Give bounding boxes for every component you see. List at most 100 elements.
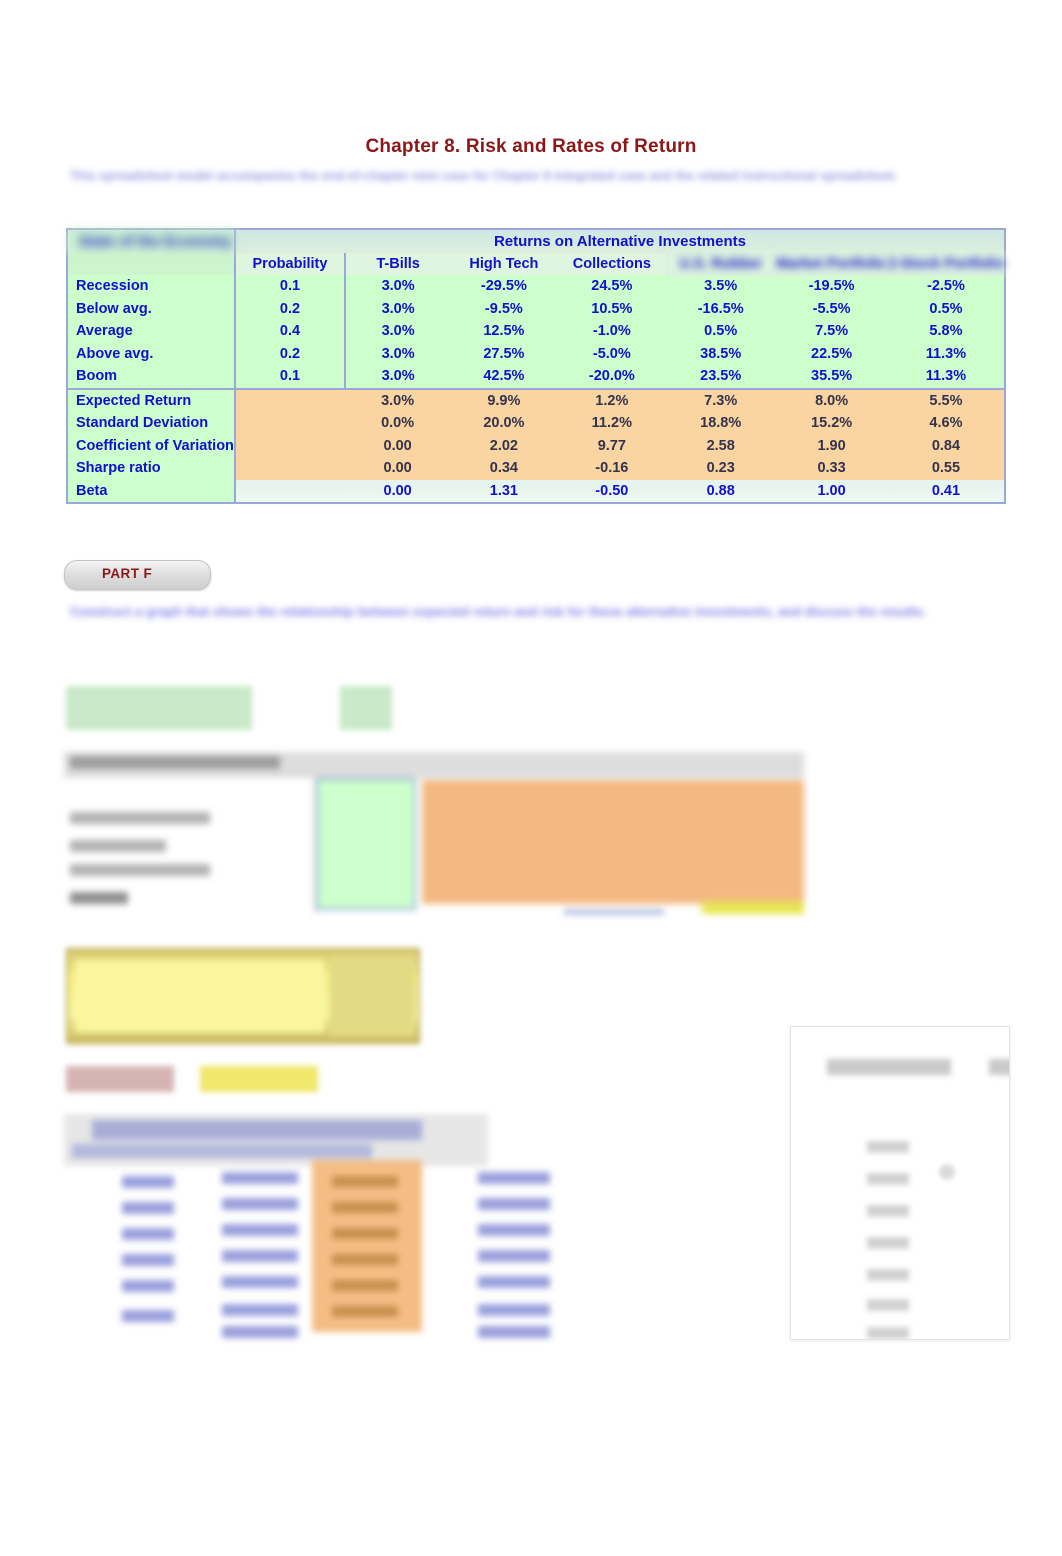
right-panel-row [867, 1237, 909, 1249]
cell-rubber: 3.5% [666, 275, 776, 298]
bottom-cell [478, 1276, 550, 1288]
bottom-cell [478, 1172, 550, 1184]
right-panel-marker-icon [939, 1164, 955, 1180]
right-panel-row [867, 1327, 909, 1339]
table-row-beta: Beta 0.00 1.31 -0.50 0.88 1.00 0.41 [68, 479, 1004, 502]
cell-hightech: 20.0% [450, 412, 558, 435]
header-state [68, 252, 236, 275]
page-title: Chapter 8. Risk and Rates of Return [365, 136, 697, 157]
bottom-cell [478, 1326, 550, 1338]
cell-hightech: 0.34 [450, 457, 558, 480]
cell-portfolio: 0.84 [887, 434, 1004, 457]
cell-state: Recession [68, 275, 236, 298]
mid-table-row-label [70, 840, 166, 852]
cell-hightech: 1.31 [450, 479, 558, 502]
cell-portfolio: 0.5% [887, 297, 1004, 320]
bottom-cell-highlight [332, 1306, 398, 1317]
cell-rubber: -16.5% [666, 297, 776, 320]
cell-portfolio: 11.3% [887, 342, 1004, 365]
cell-portfolio: 5.5% [887, 388, 1004, 412]
returns-table: State of the Economy Returns on Alternat… [66, 228, 1006, 504]
mid-table-row-label [70, 892, 128, 904]
cell-probability: 0.1 [234, 365, 347, 390]
bottom-cell [478, 1250, 550, 1262]
input-cell-green-a[interactable] [66, 686, 252, 730]
bottom-cell [122, 1176, 174, 1188]
table-row: Boom 0.1 3.0% 42.5% -20.0% 23.5% 35.5% 1… [68, 365, 1004, 390]
cell-rubber: 0.88 [666, 479, 776, 502]
cell-probability: 0.2 [234, 342, 347, 365]
table-row: Recession 0.1 3.0% -29.5% 24.5% 3.5% -19… [68, 275, 1004, 298]
cell-market: -19.5% [775, 275, 888, 298]
table-banner-row: State of the Economy Returns on Alternat… [68, 230, 1004, 253]
bottom-cell [122, 1254, 174, 1266]
cell-collections: -0.50 [557, 479, 667, 502]
cell-probability [234, 412, 346, 435]
cell-portfolio: 11.3% [887, 365, 1004, 390]
cell-tbills: 3.0% [345, 320, 451, 343]
cell-stat-label: Standard Deviation [68, 412, 236, 435]
cell-hightech: -29.5% [450, 275, 558, 298]
summary-yellow-box [66, 948, 420, 1044]
cell-probability: 0.2 [234, 297, 347, 320]
right-panel-row [867, 1299, 909, 1311]
bottom-table-subheading [72, 1144, 372, 1158]
cell-rubber: 0.23 [666, 457, 776, 480]
bottom-cell-highlight [332, 1176, 398, 1187]
header-tbills: T-Bills [345, 252, 451, 275]
right-panel-row [867, 1205, 909, 1217]
cell-probability: 0.4 [234, 320, 347, 343]
cell-tbills: 0.0% [345, 412, 451, 435]
bottom-cell [122, 1310, 174, 1322]
cell-beta-label: Beta [68, 479, 236, 502]
cell-rubber: 7.3% [666, 388, 776, 412]
table-row: Below avg. 0.2 3.0% -9.5% 10.5% -16.5% -… [68, 297, 1004, 320]
table-row-stat: Sharpe ratio 0.00 0.34 -0.16 0.23 0.33 0… [68, 457, 1004, 480]
mid-table-highlight-cell[interactable] [702, 902, 804, 914]
right-panel-row [867, 1141, 909, 1153]
cell-collections: 1.2% [557, 388, 667, 412]
mid-table-row-label [70, 864, 210, 876]
header-probability: Probability [234, 252, 347, 275]
input-cell-green-b[interactable] [340, 686, 392, 730]
bottom-cell-highlight [332, 1228, 398, 1239]
cell-state: Below avg. [68, 297, 236, 320]
label-strip-pink [66, 1066, 174, 1092]
right-panel-badge [989, 1059, 1009, 1075]
cell-rubber: 18.8% [666, 412, 776, 435]
bottom-cell [222, 1172, 298, 1184]
cell-hightech: 42.5% [450, 365, 558, 390]
cell-hightech: 27.5% [450, 342, 558, 365]
cell-collections: -5.0% [557, 342, 667, 365]
cell-stat-label: Coefficient of Variation [68, 434, 236, 457]
cell-tbills: 0.00 [345, 479, 451, 502]
bottom-cell [222, 1304, 298, 1316]
cell-probability [234, 479, 346, 502]
cell-rubber: 38.5% [666, 342, 776, 365]
cell-probability [234, 457, 346, 480]
cell-hightech: 12.5% [450, 320, 558, 343]
cell-portfolio: 0.55 [887, 457, 1004, 480]
cell-market: -5.5% [775, 297, 888, 320]
mid-table-input-column[interactable] [316, 778, 416, 910]
bottom-cell [478, 1224, 550, 1236]
intro-paragraph: This spreadsheet model accompanies the e… [70, 169, 898, 183]
right-side-panel [790, 1026, 1010, 1340]
cell-collections: 11.2% [557, 412, 667, 435]
right-panel-row [867, 1173, 909, 1185]
cell-rubber: 0.5% [666, 320, 776, 343]
bottom-cell-highlight [332, 1280, 398, 1291]
table-row-stat: Coefficient of Variation 0.00 2.02 9.77 … [68, 434, 1004, 457]
cell-probability [234, 388, 346, 412]
cell-tbills: 3.0% [345, 365, 451, 390]
bottom-cell [122, 1228, 174, 1240]
table-row: Average 0.4 3.0% 12.5% -1.0% 0.5% 7.5% 5… [68, 320, 1004, 343]
cell-rubber: 2.58 [666, 434, 776, 457]
cell-tbills: 3.0% [345, 342, 451, 365]
cell-tbills: 0.00 [345, 457, 451, 480]
summary-yellow-values-column [330, 956, 414, 1036]
bottom-data-table [64, 1114, 554, 1342]
header-rubber: U.S. Rubber [666, 252, 776, 275]
cell-tbills: 3.0% [345, 388, 451, 412]
label-strip-yellow[interactable] [200, 1066, 318, 1092]
